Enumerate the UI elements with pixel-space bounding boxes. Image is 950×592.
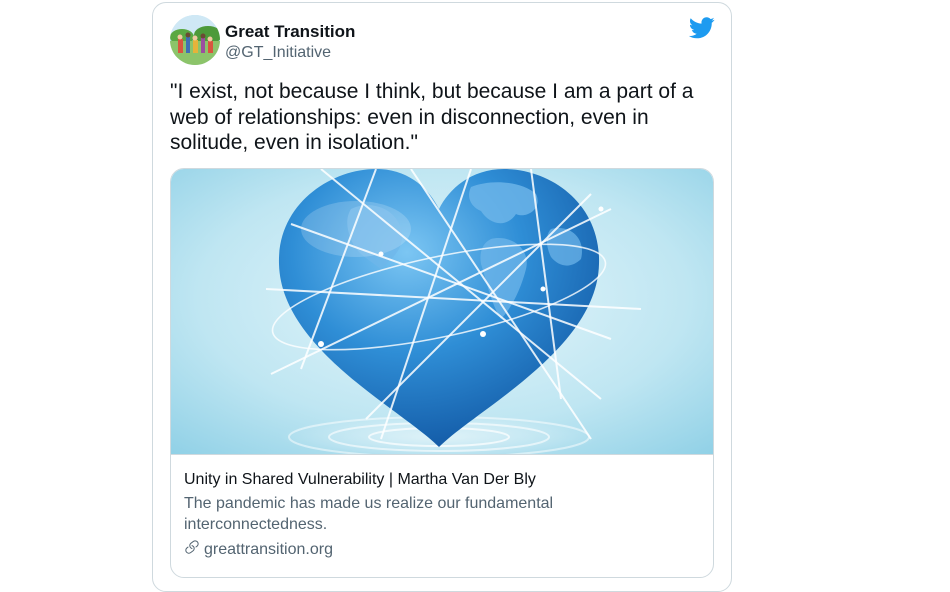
card-image[interactable]: [171, 169, 713, 459]
card-description: The pandemic has made us realize our fun…: [184, 495, 554, 533]
card-title[interactable]: Unity in Shared Vulnerability | Martha V…: [184, 471, 536, 489]
author-handle[interactable]: @GT_Initiative: [225, 44, 331, 62]
twitter-bird-icon[interactable]: [688, 17, 715, 39]
tweet-text: "I exist, not because I think, but becau…: [170, 80, 694, 154]
author-name[interactable]: Great Transition: [225, 22, 355, 42]
card-divider: [171, 454, 713, 455]
card-domain-text: greattransition.org: [204, 540, 333, 558]
link-icon: [184, 539, 200, 560]
tweet-card[interactable]: Great Transition @GT_Initiative "I exist…: [152, 2, 732, 592]
card-domain[interactable]: greattransition.org: [184, 539, 333, 560]
avatar[interactable]: [170, 15, 220, 65]
link-preview-card[interactable]: Unity in Shared Vulnerability | Martha V…: [170, 168, 714, 578]
